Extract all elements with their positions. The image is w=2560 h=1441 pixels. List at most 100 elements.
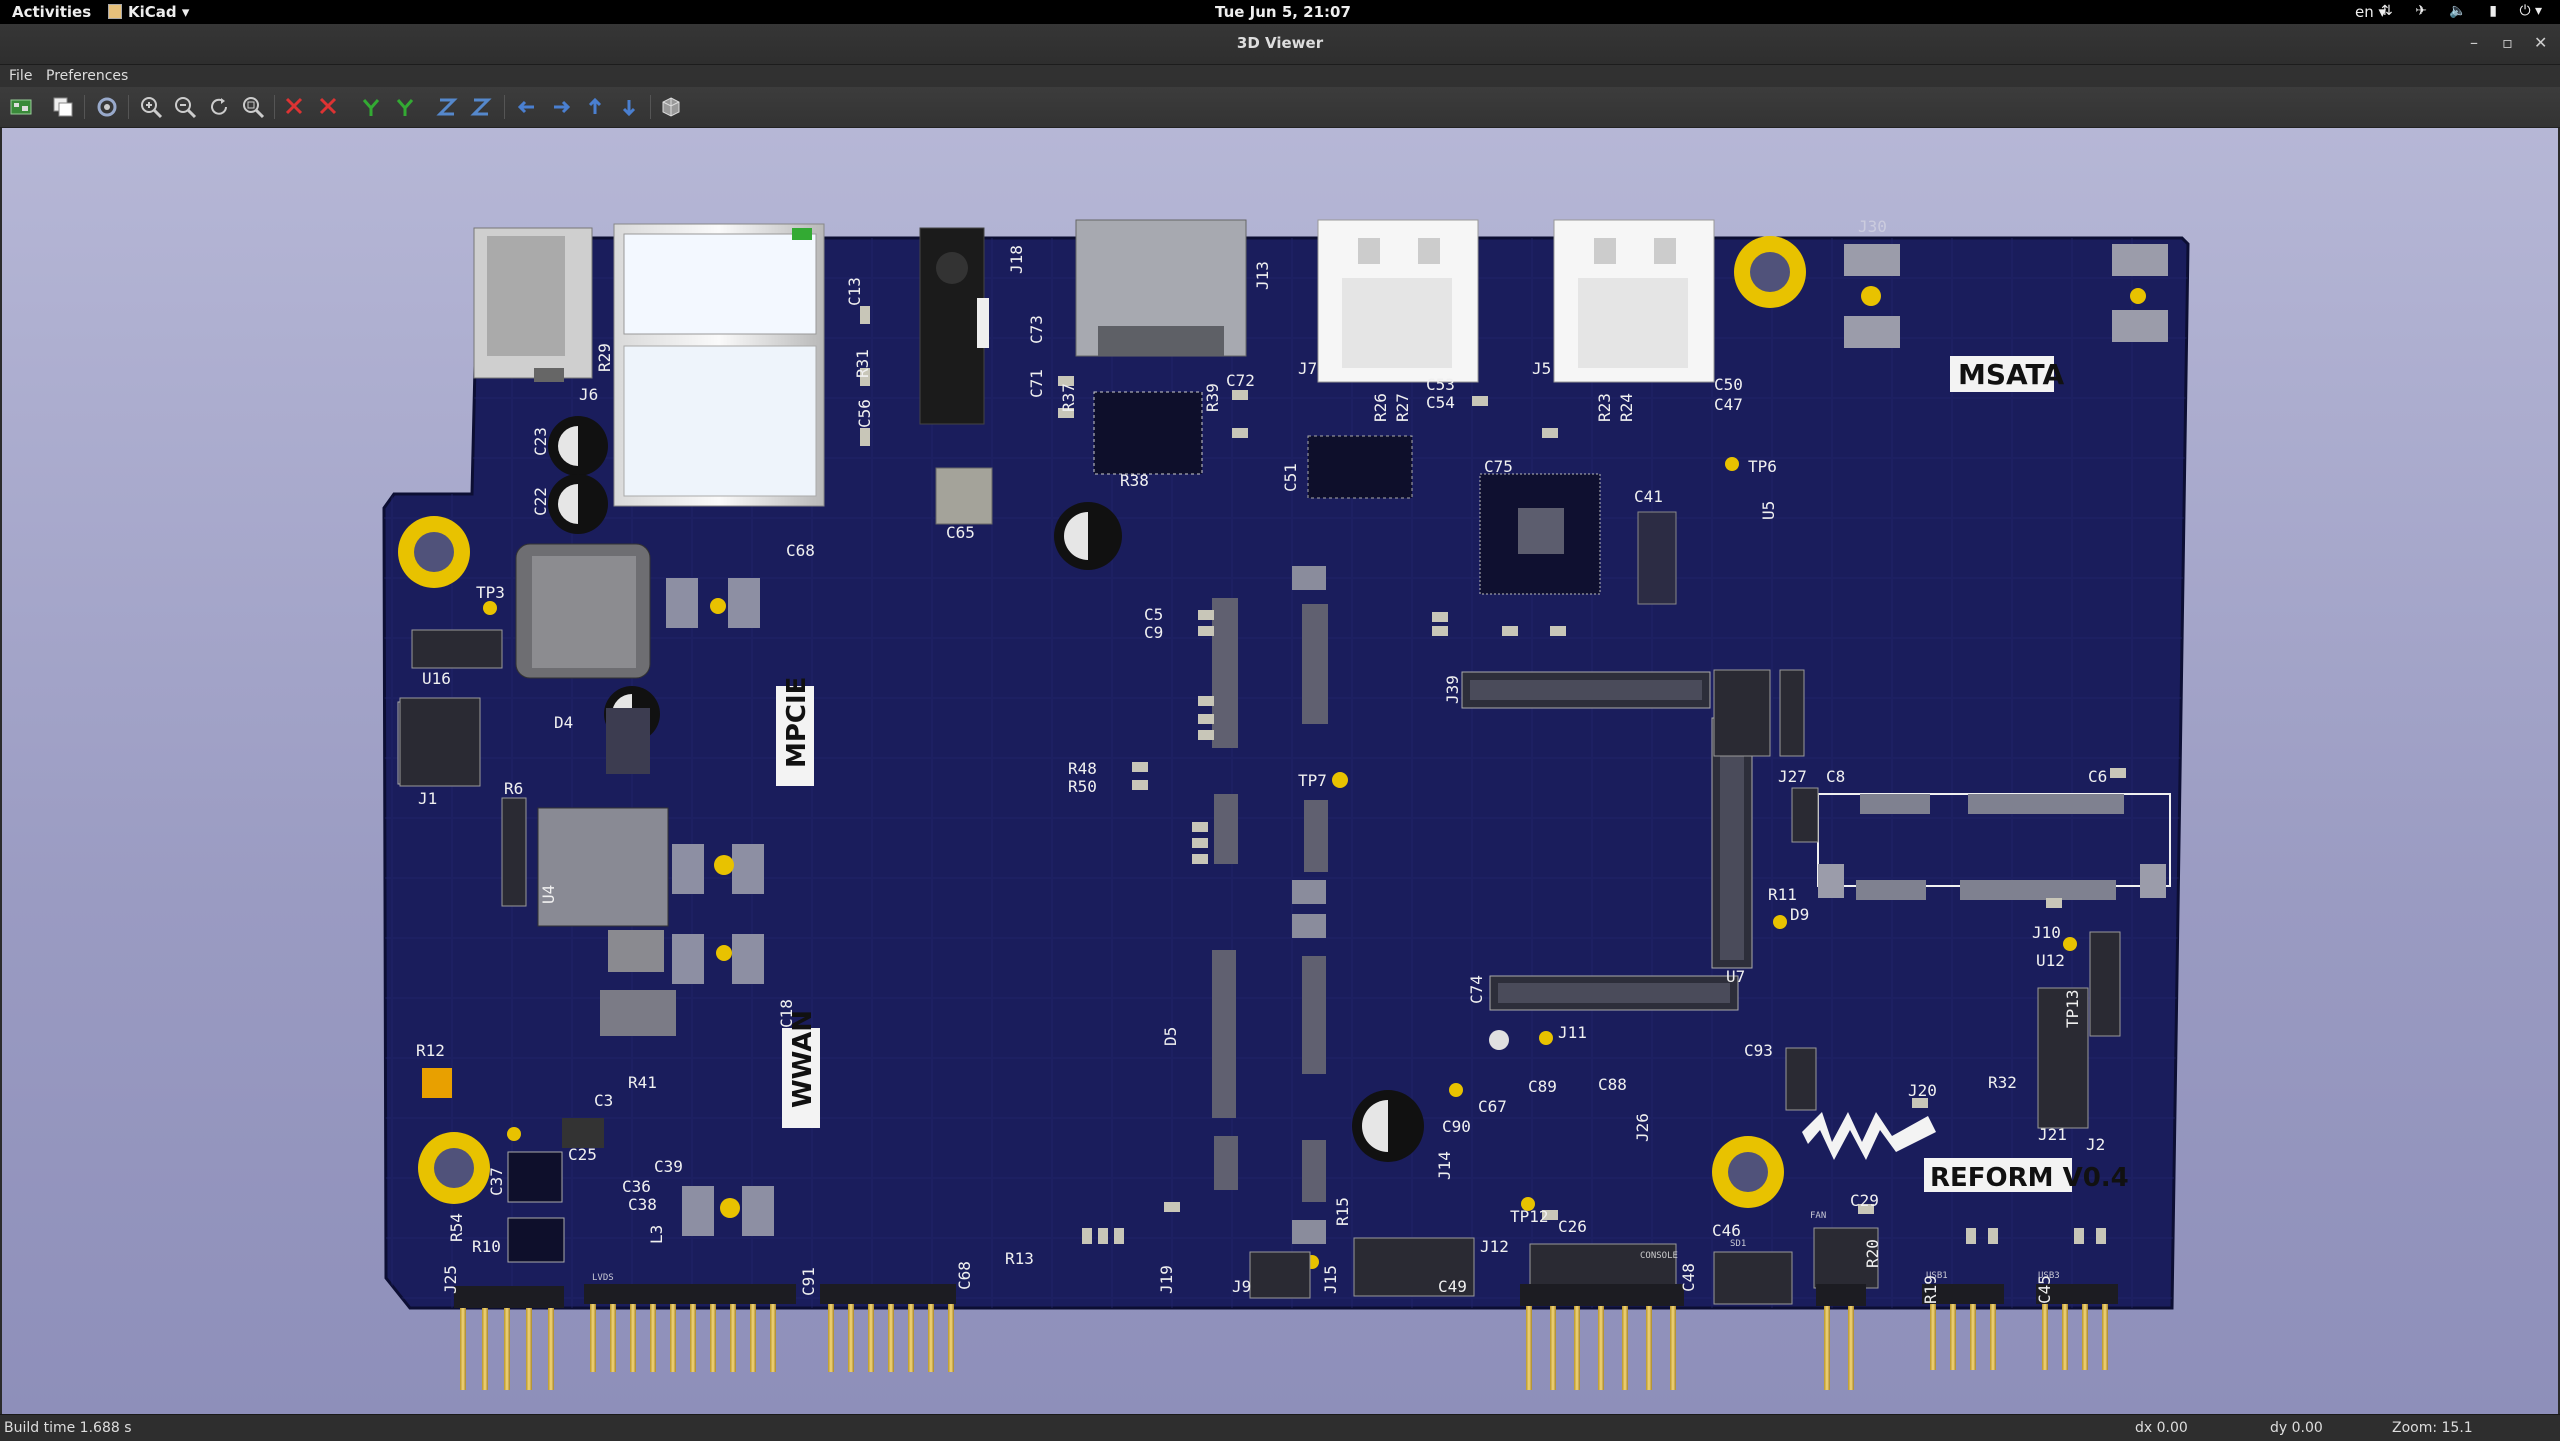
connector-name: FAN [1810,1211,1826,1221]
refdes: C6 [2088,767,2107,786]
refdes: C13 [845,277,864,306]
battery-icon[interactable]: ▮ [2489,3,2497,19]
refdes: J12 [1480,1237,1509,1256]
refdes: L3 [647,1225,666,1244]
refdes: R37 [1059,383,1078,412]
rotate-x-ccw-icon[interactable] [316,94,342,120]
refdes: R31 [853,349,872,378]
pcb-render[interactable]: MPCIE WWAN MSATA REFORM V0.4 J6 J18 J13 … [2,128,2558,1414]
refdes: J26 [1633,1113,1652,1142]
usb-connector-j7 [1317,219,1479,383]
refdes: C36 [622,1177,651,1196]
3d-viewport[interactable]: MPCIE WWAN MSATA REFORM V0.4 J6 J18 J13 … [2,128,2558,1414]
refdes: R29 [595,343,614,372]
refdes: J13 [1253,261,1272,290]
move-right-icon[interactable] [548,94,574,120]
refdes: J39 [1443,675,1462,704]
kicad-app-icon [108,4,122,19]
build-time: Build time 1.688 s [4,1420,132,1436]
refdes: C18 [777,999,796,1028]
copy-image-icon[interactable] [50,94,76,120]
refdes: J15 [1321,1265,1340,1294]
connector-name: CONSOLE [1640,1251,1678,1261]
refdes: C65 [946,523,975,542]
refdes: J20 [1908,1081,1937,1100]
cursor-dy: dy 0.00 [2270,1420,2323,1436]
refdes: C47 [1714,395,1743,414]
refdes: C68 [786,541,815,560]
maximize-icon[interactable]: ▫ [2502,33,2513,52]
refdes: R27 [1393,393,1412,422]
refdes: C29 [1850,1191,1879,1210]
ic-u9 [1479,473,1601,595]
menu-preferences[interactable]: Preferences [46,68,128,84]
status-bar: Build time 1.688 s dx 0.00 dy 0.00 Zoom:… [0,1414,2560,1441]
menu-file[interactable]: File [9,68,32,84]
refdes: C56 [855,399,874,428]
connector-j3 [1489,975,1739,1011]
zoom-out-icon[interactable] [172,94,198,120]
refdes: R10 [472,1237,501,1256]
refdes: J9 [1232,1277,1251,1296]
refdes: U12 [2036,951,2065,970]
power-menu-icon[interactable]: ⏻ ▾ [2519,3,2542,19]
refdes: R54 [447,1213,466,1242]
audio-jack-j18 [919,227,989,425]
ic-u15 [1307,435,1413,499]
refdes: C72 [1226,371,1255,390]
clock[interactable]: Tue Jun 5, 21:07 [1215,3,1351,21]
refdes: R23 [1595,393,1614,422]
usb-connector-j5 [1553,219,1715,383]
refdes: R26 [1371,393,1390,422]
label-msata: MSATA [1958,358,2064,391]
refdes: TP12 [1510,1207,1549,1226]
rotate-x-cw-icon[interactable] [282,94,308,120]
refdes: J7 [1298,359,1317,378]
refdes: R6 [504,779,523,798]
zoom-in-icon[interactable] [138,94,164,120]
refdes: C22 [531,487,550,516]
rotate-z-ccw-icon[interactable] [468,94,494,120]
refdes: J2 [2086,1135,2105,1154]
minimize-icon[interactable]: – [2470,33,2478,52]
render-options-icon[interactable] [94,94,120,120]
hdmi-connector-j13 [1075,219,1247,357]
app-menu[interactable]: KiCad ▾ [108,3,189,21]
redraw-icon[interactable] [206,94,232,120]
system-tray[interactable]: ⇅ ✈ 🔈 ▮ ⏻ ▾ [2363,3,2542,19]
rotate-y-ccw-icon[interactable] [392,94,418,120]
refdes: R41 [628,1073,657,1092]
system-top-bar: Activities KiCad ▾ Tue Jun 5, 21:07 en ▾… [0,0,2560,24]
refdes: R13 [1005,1249,1034,1268]
refdes: J11 [1558,1023,1587,1042]
move-left-icon[interactable] [514,94,540,120]
zoom-level: Zoom: 15.1 [2392,1420,2473,1436]
refdes: C46 [1712,1221,1741,1240]
refdes: C39 [654,1157,683,1176]
refdes: J27 [1778,767,1807,786]
orthographic-toggle-icon[interactable] [658,94,684,120]
menu-bar: File Preferences [0,65,2560,87]
refdes: D4 [554,713,573,732]
refdes: R11 [1768,885,1797,904]
activities-button[interactable]: Activities [12,3,91,21]
volume-icon[interactable]: 🔈 [2449,3,2466,19]
refdes: C89 [1528,1077,1557,1096]
reload-board-icon[interactable] [8,94,34,120]
close-icon[interactable]: ✕ [2534,33,2547,52]
airplane-icon[interactable]: ✈ [2415,3,2427,19]
rotate-z-cw-icon[interactable] [434,94,460,120]
refdes: J18 [1007,245,1026,274]
zoom-fit-icon[interactable] [240,94,266,120]
label-reform: REFORM V0.4 [1930,1163,2129,1193]
refdes: C75 [1484,457,1513,476]
move-down-icon[interactable] [616,94,642,120]
refdes: C50 [1714,375,1743,394]
network-icon[interactable]: ⇅ [2381,3,2393,19]
move-up-icon[interactable] [582,94,608,120]
refdes: C5 [1144,605,1163,624]
refdes: TP7 [1298,771,1327,790]
refdes: TP6 [1748,457,1777,476]
rotate-y-cw-icon[interactable] [358,94,384,120]
window-titlebar[interactable]: 3D Viewer – ▫ ✕ [0,24,2560,65]
